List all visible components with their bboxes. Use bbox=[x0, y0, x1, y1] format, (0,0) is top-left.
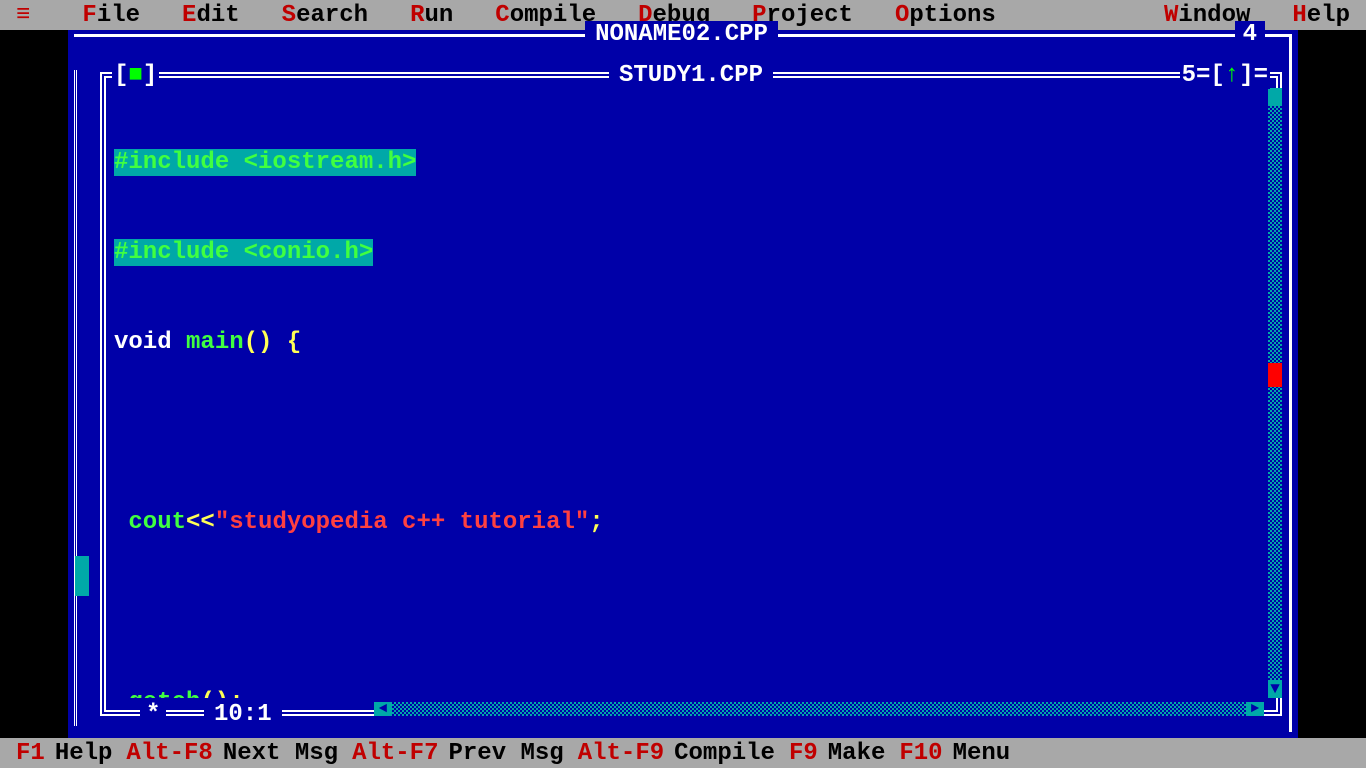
window-zoom-button[interactable]: 5=[↑]= bbox=[1180, 62, 1270, 89]
code-line: getch(); bbox=[114, 688, 1264, 698]
status-compile[interactable]: Alt-F9Compile bbox=[578, 740, 775, 767]
status-make[interactable]: F9Make bbox=[789, 740, 885, 767]
status-next-msg[interactable]: Alt-F8Next Msg bbox=[126, 740, 338, 767]
scroll-thumb[interactable] bbox=[1268, 363, 1282, 387]
editor-window[interactable]: [■] STUDY1.CPP 5=[↑]= #include <iostream… bbox=[94, 66, 1288, 722]
left-window-edge bbox=[74, 70, 92, 726]
cursor-position: 10:1 bbox=[204, 701, 282, 728]
background-window-title: NONAME02.CPP bbox=[585, 21, 778, 48]
status-menu[interactable]: F10Menu bbox=[899, 740, 1010, 767]
code-line: cout<<"studyopedia c++ tutorial"; bbox=[114, 508, 1264, 538]
window-number: 5 bbox=[1182, 62, 1196, 89]
horizontal-scrollbar[interactable]: ◄ ► bbox=[374, 702, 1264, 716]
menu-help[interactable]: Help bbox=[1292, 2, 1350, 29]
desktop: NONAME02.CPP 4 [■] STUDY1.CPP 5=[↑]= #in… bbox=[68, 30, 1298, 738]
background-window-number: 4 bbox=[1235, 21, 1265, 48]
scroll-left-icon[interactable]: ◄ bbox=[374, 702, 392, 716]
editor-window-title: STUDY1.CPP bbox=[609, 62, 773, 89]
status-prev-msg[interactable]: Alt-F7Prev Msg bbox=[352, 740, 564, 767]
modified-indicator: * bbox=[140, 701, 166, 728]
scroll-down-icon[interactable]: ▼ bbox=[1268, 680, 1282, 698]
scroll-track[interactable] bbox=[1268, 106, 1282, 680]
code-line bbox=[114, 418, 1264, 448]
scroll-right-icon[interactable]: ► bbox=[1246, 702, 1264, 716]
code-editor[interactable]: #include <iostream.h> #include <conio.h>… bbox=[114, 88, 1264, 698]
code-line: #include <conio.h> bbox=[114, 238, 1264, 268]
status-bar: F1Help Alt-F8Next Msg Alt-F7Prev Msg Alt… bbox=[0, 738, 1366, 768]
status-help[interactable]: F1Help bbox=[16, 740, 112, 767]
vertical-scrollbar[interactable]: ▲ ▼ bbox=[1268, 88, 1282, 698]
arrow-up-icon: ↑ bbox=[1225, 62, 1239, 89]
scroll-up-icon[interactable]: ▲ bbox=[1268, 88, 1282, 106]
code-line: #include <iostream.h> bbox=[114, 148, 1264, 178]
scroll-track[interactable] bbox=[392, 702, 1246, 716]
code-line: void main() { bbox=[114, 328, 1264, 358]
code-line bbox=[114, 598, 1264, 628]
system-menu-icon[interactable]: ≡ bbox=[16, 2, 30, 29]
